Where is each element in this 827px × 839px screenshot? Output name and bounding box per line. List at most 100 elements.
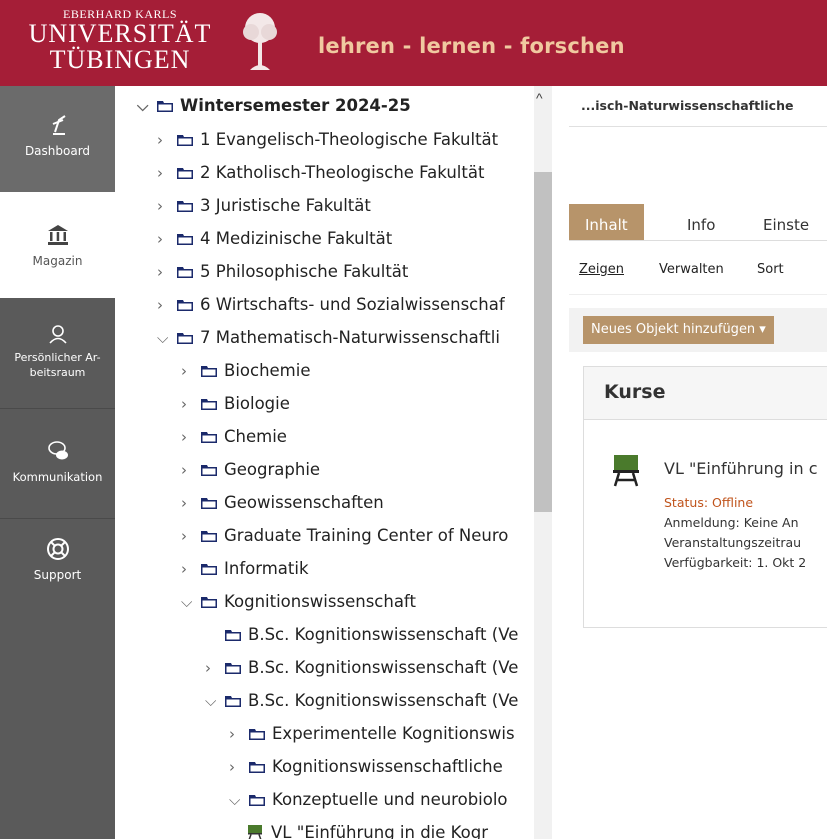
- tree-node[interactable]: › Chemie: [181, 421, 287, 453]
- course-registration: Anmeldung: Keine An: [664, 515, 799, 530]
- chevron-right-icon[interactable]: ›: [157, 124, 177, 156]
- tree-label[interactable]: 4 Medizinische Fakultät: [200, 229, 392, 248]
- folder-icon: [201, 531, 217, 542]
- tree-label[interactable]: Chemie: [224, 427, 287, 446]
- tree-node[interactable]: › 2 Katholisch-Theologische Fakultät: [157, 157, 484, 189]
- tree-node[interactable]: › B.Sc. Kognitionswissenschaft (Ve: [205, 652, 518, 684]
- tree-node-course[interactable]: VL "Einführung in die Kogr: [247, 817, 488, 839]
- tree-label[interactable]: 2 Katholisch-Theologische Fakultät: [200, 163, 484, 182]
- scroll-up-arrow-icon[interactable]: ^: [536, 90, 543, 106]
- tree-label[interactable]: B.Sc. Kognitionswissenschaft (Ve: [248, 658, 518, 677]
- tree-node[interactable]: ⌵ Konzeptuelle und neurobiolo: [229, 784, 508, 816]
- chevron-right-icon[interactable]: ›: [157, 190, 177, 222]
- chevron-right-icon[interactable]: ›: [157, 157, 177, 189]
- tree-label[interactable]: Experimentelle Kognitionswis: [272, 724, 515, 743]
- tree-node[interactable]: › Geographie: [181, 454, 320, 486]
- tab-einstellungen[interactable]: Einste: [763, 204, 809, 240]
- folder-icon: [177, 234, 193, 245]
- tree-label[interactable]: B.Sc. Kognitionswissenschaft (Ve: [248, 691, 518, 710]
- folder-icon: [201, 597, 217, 608]
- tree-label[interactable]: Graduate Training Center of Neuro: [224, 526, 508, 545]
- chevron-right-icon[interactable]: ›: [205, 652, 225, 684]
- tree-label[interactable]: 6 Wirtschafts- und Sozialwissenschaf: [200, 295, 505, 314]
- mainmenu-support[interactable]: Support: [0, 518, 115, 628]
- tree-node[interactable]: ⌵ B.Sc. Kognitionswissenschaft (Ve: [205, 685, 518, 717]
- breadcrumb-divider: [569, 126, 827, 127]
- chevron-right-icon[interactable]: ›: [157, 223, 177, 255]
- chevron-down-icon[interactable]: ⌵: [205, 685, 225, 717]
- tree-node[interactable]: › 4 Medizinische Fakultät: [157, 223, 392, 255]
- folder-icon: [177, 135, 193, 146]
- chevron-right-icon[interactable]: ›: [181, 388, 201, 420]
- tree-node[interactable]: › Experimentelle Kognitionswis: [229, 718, 515, 750]
- folder-icon: [201, 465, 217, 476]
- chevron-down-icon[interactable]: ⌵: [137, 90, 157, 122]
- folder-icon: [201, 399, 217, 410]
- chevron-down-icon[interactable]: ⌵: [229, 784, 249, 816]
- chevron-down-icon[interactable]: ⌵: [157, 322, 177, 354]
- lifebuoy-icon: [46, 538, 69, 560]
- tree-label[interactable]: Informatik: [224, 559, 309, 578]
- tree-node[interactable]: ⌵ Kognitionswissenschaft: [181, 586, 416, 618]
- tree-node[interactable]: › Informatik: [181, 553, 309, 585]
- tree-label[interactable]: 5 Philosophische Fakultät: [200, 262, 408, 281]
- tree-node[interactable]: › Kognitionswissenschaftliche: [229, 751, 503, 783]
- mainmenu-label: Kommunikation: [12, 470, 103, 484]
- chevron-right-icon[interactable]: ›: [181, 553, 201, 585]
- university-logo[interactable]: EBERHARD KARLS UNIVERSITÄT TÜBINGEN: [20, 4, 220, 84]
- tree-label[interactable]: 1 Evangelisch-Theologische Fakultät: [200, 130, 498, 149]
- dashboard-icon: [52, 115, 66, 135]
- tree-node[interactable]: ⌵ 7 Mathematisch-Naturwissenschaftli: [157, 322, 500, 354]
- tree-node[interactable]: B.Sc. Kognitionswissenschaft (Ve: [225, 619, 518, 651]
- tree-node[interactable]: › Geowissenschaften: [181, 487, 384, 519]
- courses-block: Kurse VL "Einführung in c Status: Offlin…: [583, 366, 827, 628]
- subtab-verwalten[interactable]: Verwalten: [659, 262, 724, 277]
- tree-label[interactable]: VL "Einführung in die Kogr: [271, 823, 488, 839]
- chevron-right-icon[interactable]: ›: [229, 751, 249, 783]
- subtab-sortierung[interactable]: Sort: [757, 262, 784, 277]
- chevron-right-icon[interactable]: ›: [181, 520, 201, 552]
- mainmenu-label: Persönlicher Ar-beitsraum: [14, 351, 101, 379]
- tree-label[interactable]: Biologie: [224, 394, 290, 413]
- tree-label[interactable]: B.Sc. Kognitionswissenschaft (Ve: [248, 625, 518, 644]
- repository-tree: ⌵ Wintersemester 2024-25 › 1 Evangelisch-T…: [115, 86, 534, 839]
- chevron-down-icon[interactable]: ⌵: [181, 586, 201, 618]
- chevron-right-icon[interactable]: ›: [181, 421, 201, 453]
- tree-label[interactable]: 7 Mathematisch-Naturwissenschaftli: [200, 328, 500, 347]
- tree-node[interactable]: › 3 Juristische Fakultät: [157, 190, 371, 222]
- tree-node[interactable]: › 6 Wirtschafts- und Sozialwissenschaf: [157, 289, 505, 321]
- tree-node-root[interactable]: ⌵ Wintersemester 2024-25: [137, 90, 411, 122]
- chevron-right-icon[interactable]: ›: [181, 454, 201, 486]
- tree-node[interactable]: › 5 Philosophische Fakultät: [157, 256, 408, 288]
- tab-inhalt[interactable]: Inhalt: [569, 204, 644, 240]
- mainmenu-personal-workspace[interactable]: Persönlicher Ar-beitsraum: [0, 298, 115, 408]
- tree-node[interactable]: › Graduate Training Center of Neuro: [181, 520, 508, 552]
- course-title-link[interactable]: VL "Einführung in c: [664, 459, 817, 478]
- chevron-right-icon[interactable]: ›: [229, 718, 249, 750]
- chevron-right-icon[interactable]: ›: [157, 256, 177, 288]
- chevron-right-icon[interactable]: ›: [181, 487, 201, 519]
- tree-label[interactable]: Geowissenschaften: [224, 493, 384, 512]
- subtab-zeigen[interactable]: Zeigen: [579, 262, 624, 277]
- tree-label[interactable]: Kognitionswissenschaft: [224, 592, 416, 611]
- tree-node[interactable]: › Biologie: [181, 388, 290, 420]
- tree-scrollbar-thumb[interactable]: [534, 172, 552, 512]
- mainmenu-magazin[interactable]: Magazin: [0, 192, 115, 298]
- tree-label[interactable]: Wintersemester 2024-25: [180, 96, 411, 115]
- chevron-right-icon[interactable]: ›: [157, 289, 177, 321]
- chevron-right-icon[interactable]: ›: [181, 355, 201, 387]
- tree-node[interactable]: › 1 Evangelisch-Theologische Fakultät: [157, 124, 498, 156]
- mainmenu-dashboard[interactable]: Dashboard: [0, 86, 115, 192]
- add-new-object-button[interactable]: Neues Objekt hinzufügen ▾: [583, 316, 774, 344]
- subtab-bar: Zeigen Verwalten Sort: [569, 246, 827, 295]
- tree-label[interactable]: Biochemie: [224, 361, 311, 380]
- tree-node[interactable]: › Biochemie: [181, 355, 311, 387]
- tree-label[interactable]: Geographie: [224, 460, 320, 479]
- tree-label[interactable]: Konzeptuelle und neurobiolo: [272, 790, 508, 809]
- mainmenu-kommunikation[interactable]: Kommunikation: [0, 408, 115, 518]
- course-icon: [248, 825, 262, 839]
- tree-label[interactable]: Kognitionswissenschaftliche: [272, 757, 503, 776]
- tab-info[interactable]: Info: [687, 204, 715, 240]
- tree-label[interactable]: 3 Juristische Fakultät: [200, 196, 371, 215]
- breadcrumb[interactable]: ...isch-Naturwissenschaftliche: [581, 98, 793, 113]
